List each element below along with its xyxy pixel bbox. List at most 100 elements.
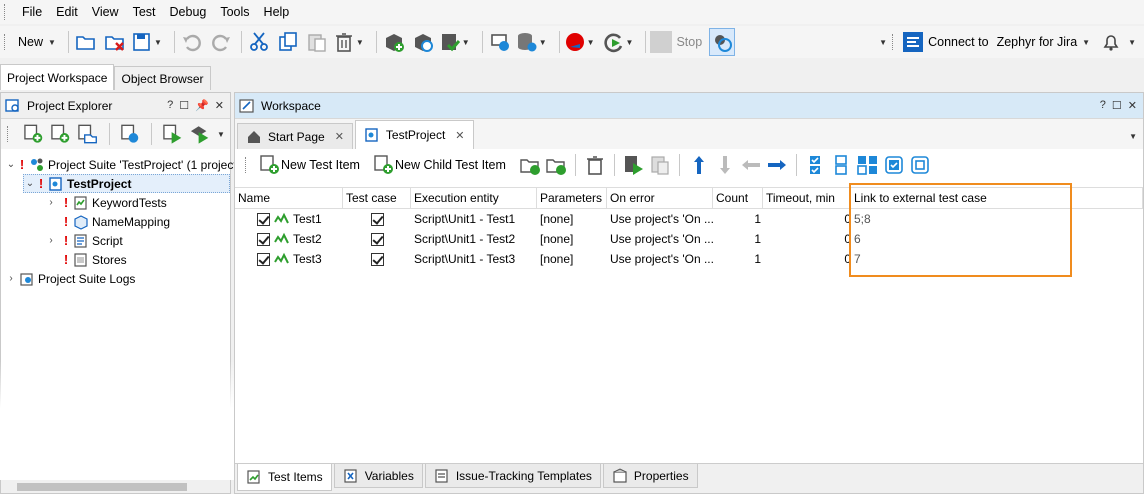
database-button[interactable]: ▼ (516, 28, 552, 56)
tabs-dropdown-icon[interactable]: ▼ (1129, 132, 1137, 141)
menu-tools[interactable]: Tools (213, 5, 256, 19)
tab-start-page[interactable]: Start Page ✕ (237, 123, 353, 149)
help-icon[interactable]: ? (1100, 99, 1106, 112)
chevron-down-icon[interactable]: ▼ (154, 38, 162, 47)
project-props-icon[interactable] (119, 123, 140, 145)
arrow-left-icon[interactable] (740, 154, 762, 176)
maximize-icon[interactable]: ☐ (1112, 99, 1122, 112)
debug-button[interactable] (709, 28, 736, 56)
tree-item-project-suite[interactable]: ⌄ ! Project Suite 'TestProject' (1 proje… (5, 155, 241, 174)
rerun-button[interactable]: ▼ (603, 28, 639, 56)
tree-item-project-suite-logs[interactable]: › Project Suite Logs (5, 269, 135, 288)
run-suite-icon[interactable] (189, 123, 210, 145)
col-link-external[interactable]: Link to external test case (851, 188, 1143, 208)
tree-item-stores[interactable]: ! Stores (45, 250, 127, 269)
tab-testproject[interactable]: TestProject ✕ (354, 120, 474, 149)
table-row[interactable]: Test1 Script\Unit1 - Test1 [none] Use pr… (235, 209, 1143, 229)
open-button[interactable] (73, 28, 99, 56)
tab-object-browser[interactable]: Object Browser (114, 66, 211, 90)
tree-item-namemapping[interactable]: ! NameMapping (45, 212, 170, 231)
add-project-icon[interactable] (23, 123, 44, 145)
horizontal-scrollbar[interactable] (1, 479, 230, 493)
pin-icon[interactable]: 📌 (195, 99, 209, 112)
col-parameters[interactable]: Parameters (537, 188, 607, 208)
uncheck-box-icon[interactable] (909, 154, 931, 176)
add-group-icon[interactable] (519, 154, 541, 176)
new-button[interactable]: New ▼ (14, 28, 61, 56)
collapse-arrow-icon[interactable]: ⌄ (24, 178, 36, 189)
chevron-down-icon[interactable]: ▼ (1082, 38, 1090, 47)
trash-icon[interactable] (584, 154, 606, 176)
new-item-icon[interactable] (50, 123, 71, 145)
table-row[interactable]: Test3 Script\Unit1 - Test3 [none] Use pr… (235, 249, 1143, 269)
collapse-arrow-icon[interactable]: ⌄ (5, 159, 17, 170)
new-test-item-button[interactable]: New Test Item (259, 151, 366, 179)
table-row[interactable]: Test2 Script\Unit1 - Test2 [none] Use pr… (235, 229, 1143, 249)
check-grid-icon[interactable] (857, 154, 879, 176)
tree-item-testproject[interactable]: ⌄ ! TestProject (23, 174, 230, 193)
close-tab-icon[interactable]: ✕ (455, 129, 464, 142)
close-project-button[interactable] (102, 28, 128, 56)
copy-button[interactable] (275, 28, 301, 56)
close-icon[interactable]: ✕ (1128, 99, 1137, 112)
open-item-icon[interactable] (77, 123, 98, 145)
close-tab-icon[interactable]: ✕ (335, 130, 344, 143)
close-icon[interactable]: ✕ (215, 99, 224, 112)
menu-test[interactable]: Test (126, 5, 163, 19)
remote-button[interactable] (487, 28, 513, 56)
save-button[interactable]: ▼ (131, 28, 167, 56)
col-on-error[interactable]: On error (607, 188, 713, 208)
notifications-button[interactable] (1098, 28, 1124, 56)
test-case-checkbox[interactable] (371, 232, 384, 246)
add-child-group-icon[interactable] (545, 154, 567, 176)
chevron-down-icon[interactable]: ▼ (1128, 38, 1136, 47)
arrow-right-icon[interactable] (766, 154, 788, 176)
chevron-down-icon[interactable]: ▼ (356, 38, 364, 47)
paste-button[interactable] (304, 28, 330, 56)
help-icon[interactable]: ? (167, 99, 173, 112)
menu-help[interactable]: Help (257, 5, 297, 19)
tab-variables[interactable]: Variables (333, 464, 423, 488)
tree-item-script[interactable]: › ! Script (45, 231, 122, 250)
add-item-button[interactable] (381, 28, 407, 56)
stop-button[interactable]: Stop (650, 28, 706, 56)
undo-button[interactable] (179, 28, 205, 56)
col-test-case[interactable]: Test case (343, 188, 411, 208)
expand-arrow-icon[interactable]: › (5, 273, 17, 284)
run-project-icon[interactable] (162, 123, 183, 145)
menu-view[interactable]: View (85, 5, 126, 19)
check-all-icon[interactable] (805, 154, 827, 176)
scroll-thumb[interactable] (17, 483, 187, 491)
tree-item-keywordtests[interactable]: › ! KeywordTests (45, 193, 166, 212)
arrow-up-icon[interactable] (688, 154, 710, 176)
copy-disabled-icon[interactable] (649, 154, 671, 176)
enabled-checkbox[interactable] (257, 232, 270, 246)
menu-file[interactable]: File (14, 5, 49, 19)
delete-button[interactable]: ▼ (333, 28, 369, 56)
chevron-down-icon[interactable]: ▼ (626, 38, 634, 47)
check-box-icon[interactable] (883, 154, 905, 176)
checkpoint-button[interactable]: ▼ (439, 28, 475, 56)
chevron-down-icon[interactable]: ▼ (48, 38, 56, 47)
test-case-checkbox[interactable] (371, 212, 384, 226)
chevron-down-icon[interactable]: ▼ (217, 130, 225, 139)
record-button[interactable] (410, 28, 436, 56)
tab-properties[interactable]: Properties (602, 464, 698, 488)
tab-project-workspace[interactable]: Project Workspace (0, 64, 115, 90)
enabled-checkbox[interactable] (257, 252, 270, 266)
tab-test-items[interactable]: Test Items (237, 464, 332, 491)
run-button[interactable]: ▼ (564, 28, 600, 56)
test-case-checkbox[interactable] (371, 252, 384, 266)
chevron-down-icon[interactable]: ▼ (587, 38, 595, 47)
enabled-checkbox[interactable] (257, 212, 270, 226)
col-name[interactable]: Name (235, 188, 343, 208)
maximize-icon[interactable]: ☐ (179, 99, 189, 112)
arrow-down-icon[interactable] (714, 154, 736, 176)
chevron-down-icon[interactable]: ▼ (879, 38, 887, 47)
menu-debug[interactable]: Debug (163, 5, 214, 19)
expand-arrow-icon[interactable]: › (45, 197, 57, 208)
uncheck-all-icon[interactable] (831, 154, 853, 176)
expand-arrow-icon[interactable]: › (45, 235, 57, 246)
cut-button[interactable] (246, 28, 272, 56)
tab-issue-tracking-templates[interactable]: Issue-Tracking Templates (424, 464, 601, 488)
